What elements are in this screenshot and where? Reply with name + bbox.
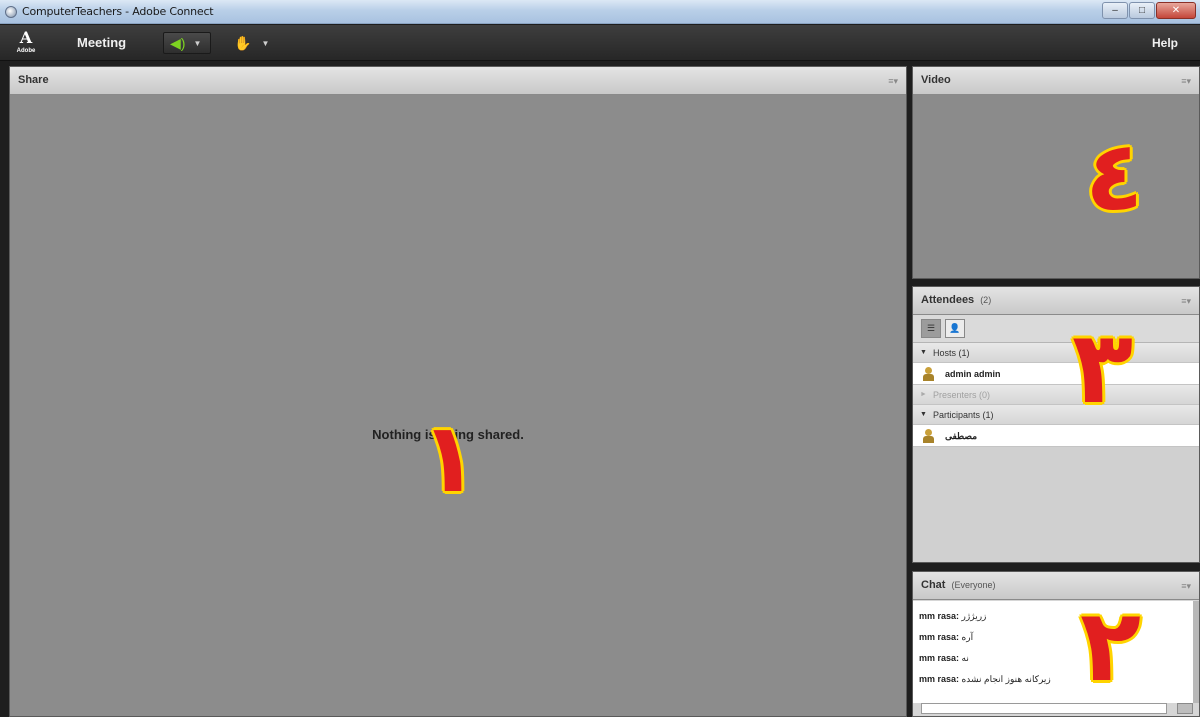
- share-pod-header: Share ≡▾: [10, 67, 906, 95]
- chat-sender: mm rasa:: [919, 674, 960, 684]
- attendees-toolbar: ☰ 👤: [913, 315, 1199, 343]
- group-label: Hosts (1): [933, 348, 970, 358]
- window-title: ComputerTeachers - Adobe Connect: [22, 5, 214, 18]
- chat-input[interactable]: [921, 703, 1167, 714]
- window-controls: – □ ✕: [1102, 2, 1196, 19]
- attendees-title-text: Attendees: [921, 294, 975, 306]
- attendees-pod-header: Attendees (2) ≡▾: [913, 287, 1199, 315]
- chat-text: زریژژر: [961, 611, 987, 621]
- chevron-down-icon: ▼: [193, 38, 202, 48]
- chat-scrollbar[interactable]: [1193, 601, 1199, 703]
- speaker-icon: ◀): [170, 35, 186, 51]
- close-button[interactable]: ✕: [1156, 2, 1196, 19]
- chat-sender: mm rasa:: [919, 611, 960, 621]
- menu-bar: A Adobe Meeting ◀) ▼ ✋ ▼ Help: [0, 25, 1200, 61]
- minimize-button[interactable]: –: [1102, 2, 1128, 19]
- list-item[interactable]: admin admin: [913, 363, 1199, 385]
- chat-message: mm rasa: زریژژر: [913, 611, 1193, 632]
- raise-hand-icon: ✋: [234, 35, 252, 51]
- video-area: [913, 95, 1199, 278]
- attendees-empty-area: [913, 447, 1199, 562]
- chat-messages: mm rasa: زریژژر mm rasa: آره mm rasa: نه…: [913, 601, 1193, 703]
- chat-sender: mm rasa:: [919, 632, 960, 642]
- share-pod: Share ≡▾ Nothing is being shared.: [9, 66, 907, 717]
- group-hosts[interactable]: ▼ Hosts (1): [913, 343, 1199, 363]
- chevron-down-icon: ▼: [261, 38, 270, 48]
- chat-scope: (Everyone): [951, 580, 996, 590]
- chat-text: آره: [961, 632, 974, 642]
- chat-pod-title: Chat (Everyone): [921, 579, 995, 591]
- group-label: Participants (1): [933, 410, 994, 420]
- user-icon: [922, 367, 935, 381]
- pod-menu-icon[interactable]: ≡▾: [1181, 581, 1191, 592]
- chat-message: mm rasa: آره: [913, 632, 1193, 653]
- share-pod-title: Share: [18, 74, 49, 86]
- attendees-pod-title: Attendees (2): [921, 294, 991, 306]
- chat-title-text: Chat: [921, 579, 946, 591]
- send-button[interactable]: [1177, 703, 1193, 714]
- video-pod: Video ≡▾: [912, 66, 1200, 279]
- attendees-pod: Attendees (2) ≡▾ ☰ 👤 ▼ Hosts (1) admin ad…: [912, 286, 1200, 563]
- meeting-menu[interactable]: Meeting: [77, 35, 126, 50]
- video-pod-header: Video ≡▾: [913, 67, 1199, 95]
- user-status-icon[interactable]: 👤: [945, 319, 965, 338]
- pod-menu-icon[interactable]: ≡▾: [1181, 296, 1191, 307]
- chat-pod-header: Chat (Everyone) ≡▾: [913, 572, 1199, 600]
- adobe-logo-text: Adobe: [16, 48, 36, 54]
- annotation-video: ٤: [1085, 120, 1144, 232]
- adobe-logo-mark: A: [19, 28, 33, 47]
- adobe-logo: A Adobe: [14, 29, 38, 57]
- chat-message: mm rasa: زیرکانه هنوز انجام نشده: [913, 674, 1193, 695]
- chat-message: mm rasa: نه: [913, 653, 1193, 674]
- list-view-icon[interactable]: ☰: [921, 319, 941, 338]
- chat-sender: mm rasa:: [919, 653, 960, 663]
- chat-pod: Chat (Everyone) ≡▾ mm rasa: زریژژر mm ras…: [912, 571, 1200, 717]
- list-item[interactable]: مصطفی: [913, 425, 1199, 447]
- chat-text: نه: [961, 653, 969, 663]
- group-presenters[interactable]: ► Presenters (0): [913, 385, 1199, 405]
- maximize-button[interactable]: □: [1129, 2, 1155, 19]
- annotation-share: ١: [420, 402, 479, 514]
- group-participants[interactable]: ▼ Participants (1): [913, 405, 1199, 425]
- app-icon: [5, 6, 17, 18]
- group-label: Presenters (0): [933, 390, 991, 400]
- video-pod-title: Video: [921, 74, 951, 86]
- audio-button[interactable]: ◀) ▼: [163, 32, 211, 54]
- window-titlebar: ComputerTeachers - Adobe Connect – □ ✕: [0, 0, 1200, 24]
- chat-text: زیرکانه هنوز انجام نشده: [961, 674, 1051, 684]
- expand-triangle-icon: ▼: [920, 349, 927, 356]
- status-button[interactable]: ✋ ▼: [228, 32, 274, 54]
- attendee-name: مصطفی: [945, 431, 978, 441]
- attendee-name: admin admin: [945, 369, 1001, 379]
- annotation-chat: ٢: [1080, 587, 1142, 704]
- attendees-count: (2): [980, 295, 992, 305]
- expand-triangle-icon: ▼: [920, 411, 927, 418]
- annotation-attendees: ٣: [1072, 309, 1134, 426]
- help-menu[interactable]: Help: [1152, 36, 1178, 50]
- pod-menu-icon[interactable]: ≡▾: [888, 76, 898, 87]
- pod-menu-icon[interactable]: ≡▾: [1181, 76, 1191, 87]
- collapse-triangle-icon: ►: [920, 391, 927, 398]
- user-icon: [922, 429, 935, 443]
